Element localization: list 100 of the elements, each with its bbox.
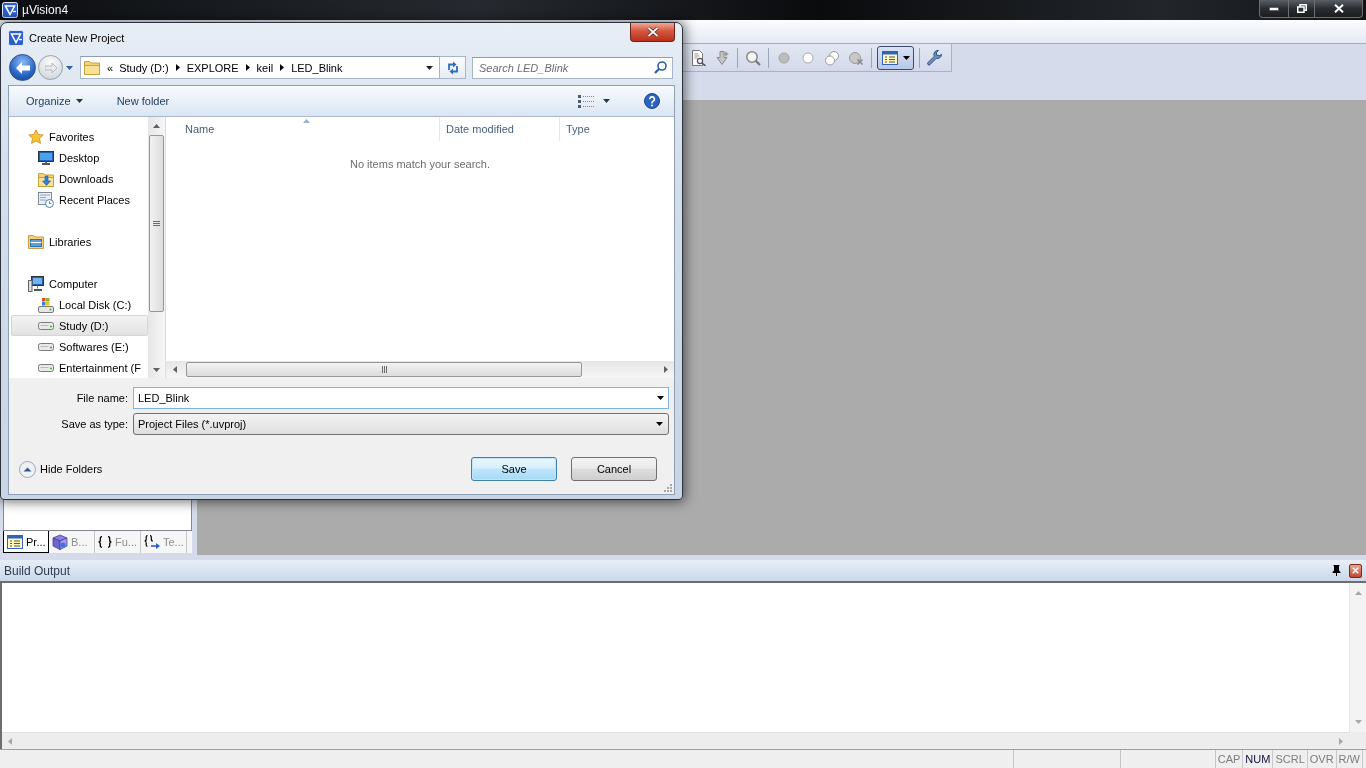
breadcrumb-item[interactable]: keil xyxy=(253,58,277,77)
dialog-button[interactable]: Save xyxy=(471,457,557,481)
field-label: Save as type: xyxy=(60,418,129,430)
refresh-icon xyxy=(445,60,460,75)
column-header[interactable]: Type xyxy=(560,117,674,141)
caret-icon xyxy=(656,422,663,426)
separator-arrow-icon xyxy=(280,64,285,71)
breadcrumb-overflow[interactable]: « xyxy=(104,58,117,77)
caret-icon xyxy=(75,99,83,103)
horizontal-scrollbar[interactable] xyxy=(2,732,1349,749)
help-icon[interactable] xyxy=(644,93,660,109)
breadcrumb-item[interactable]: EXPLORE xyxy=(183,58,242,77)
back-button[interactable] xyxy=(9,54,36,81)
column-header[interactable]: Date modified xyxy=(440,117,560,141)
star-icon xyxy=(28,128,44,145)
app-icon xyxy=(2,2,18,18)
close-button[interactable] xyxy=(630,23,675,42)
recent-places-icon xyxy=(38,191,54,208)
view-list-icon xyxy=(578,94,594,108)
circle-cross-icon[interactable] xyxy=(848,49,864,66)
horizontal-scrollbar[interactable] xyxy=(166,361,674,378)
nav-item[interactable]: Favorites xyxy=(11,126,148,147)
dialog-title: Create New Project xyxy=(29,31,125,44)
address-bar[interactable]: « Study (D:) EXPLORE keil LED_Blink xyxy=(80,56,440,79)
computer-icon xyxy=(28,275,44,292)
nav-item[interactable]: Recent Places xyxy=(11,189,148,210)
save-type-dropdown[interactable]: Project Files (*.uvproj) xyxy=(133,413,669,435)
magnifier-icon[interactable] xyxy=(745,49,761,66)
nav-item[interactable]: Study (D:) xyxy=(11,315,148,336)
arrow-up-icon xyxy=(153,123,160,128)
status-indicator: SCRL xyxy=(1273,750,1308,768)
separator-arrow-icon xyxy=(245,64,250,71)
drive-icon xyxy=(38,321,54,330)
arrow-right-icon xyxy=(663,366,668,373)
arrow-down-icon[interactable] xyxy=(714,49,730,66)
braces-icon xyxy=(98,536,112,548)
panel-title: Build Output xyxy=(4,563,71,578)
search-icon[interactable] xyxy=(654,60,667,74)
caret-icon[interactable] xyxy=(426,65,433,70)
caret-icon[interactable] xyxy=(657,396,664,400)
find-document-icon[interactable] xyxy=(690,49,706,66)
app-icon xyxy=(8,29,24,46)
nav-item[interactable]: Downloads xyxy=(11,168,148,189)
breadcrumb-item[interactable]: Study (D:) xyxy=(116,58,172,77)
library-folder-icon xyxy=(28,234,44,249)
dialog-button[interactable]: Cancel xyxy=(571,457,657,481)
arrow-down-icon xyxy=(1354,720,1362,724)
refresh-button[interactable] xyxy=(440,56,466,79)
desktop-icon xyxy=(38,150,54,165)
empty-message: No items match your search. xyxy=(350,158,490,172)
folder-icon xyxy=(84,60,100,75)
close-button[interactable] xyxy=(1315,0,1363,18)
restore-icon xyxy=(1296,4,1307,13)
chevron-up-icon xyxy=(19,460,36,478)
pin-icon[interactable] xyxy=(1332,565,1341,576)
vertical-scrollbar[interactable] xyxy=(1349,583,1366,732)
column-header[interactable]: Name xyxy=(166,117,440,141)
file-name-field[interactable]: LED_Blink xyxy=(133,387,669,409)
resize-grip-icon xyxy=(663,483,672,492)
downloads-folder-icon xyxy=(38,170,54,187)
nav-item[interactable]: Computer xyxy=(11,273,148,294)
books-icon xyxy=(52,534,68,550)
separator-arrow-icon xyxy=(175,64,180,71)
arrow-up-icon xyxy=(1354,591,1362,595)
command-button[interactable]: New folder xyxy=(110,89,176,113)
wrench-icon[interactable] xyxy=(927,49,943,66)
window-layout-button[interactable] xyxy=(877,45,914,70)
dot-icon[interactable] xyxy=(776,49,792,66)
search-field[interactable]: Search LED_Blink xyxy=(472,56,673,79)
minimize-icon xyxy=(1269,6,1279,11)
drive-icon xyxy=(38,363,54,372)
system-drive-icon xyxy=(38,296,54,313)
arrow-left-icon xyxy=(172,366,177,373)
nav-item[interactable]: Softwares (E:) xyxy=(11,336,148,357)
drive-icon xyxy=(38,342,54,351)
command-button[interactable]: Organize xyxy=(20,89,89,113)
status-indicator: OVR xyxy=(1307,750,1337,768)
restore-button[interactable] xyxy=(1289,0,1315,18)
window-icon xyxy=(881,50,898,65)
braces-arrow-icon xyxy=(144,535,160,549)
breadcrumb-item[interactable]: LED_Blink xyxy=(288,58,346,77)
caret-icon xyxy=(902,55,910,60)
hide-folders-button[interactable]: Hide Folders xyxy=(19,460,103,478)
project-window-icon xyxy=(7,534,23,549)
nav-item[interactable]: Entertainment (F xyxy=(11,357,148,378)
nav-item[interactable]: Desktop xyxy=(11,147,148,168)
panel-tab[interactable]: Pr... xyxy=(3,531,49,553)
nav-item[interactable]: Local Disk (C:) xyxy=(11,294,148,315)
close-button[interactable] xyxy=(1349,563,1362,578)
field-label: File name: xyxy=(75,392,129,404)
scrollbar-thumb[interactable] xyxy=(149,135,164,312)
vertical-scrollbar[interactable] xyxy=(148,117,165,378)
arrow-right-icon xyxy=(1339,737,1343,745)
arrow-right-icon xyxy=(44,62,57,73)
minimize-button[interactable] xyxy=(1259,0,1289,18)
status-indicator: CAP xyxy=(1215,750,1244,768)
scrollbar-thumb[interactable] xyxy=(186,362,582,377)
status-indicator: R/W xyxy=(1336,750,1363,768)
sort-arrow-icon xyxy=(302,119,310,123)
nav-item[interactable]: Libraries xyxy=(11,231,148,252)
